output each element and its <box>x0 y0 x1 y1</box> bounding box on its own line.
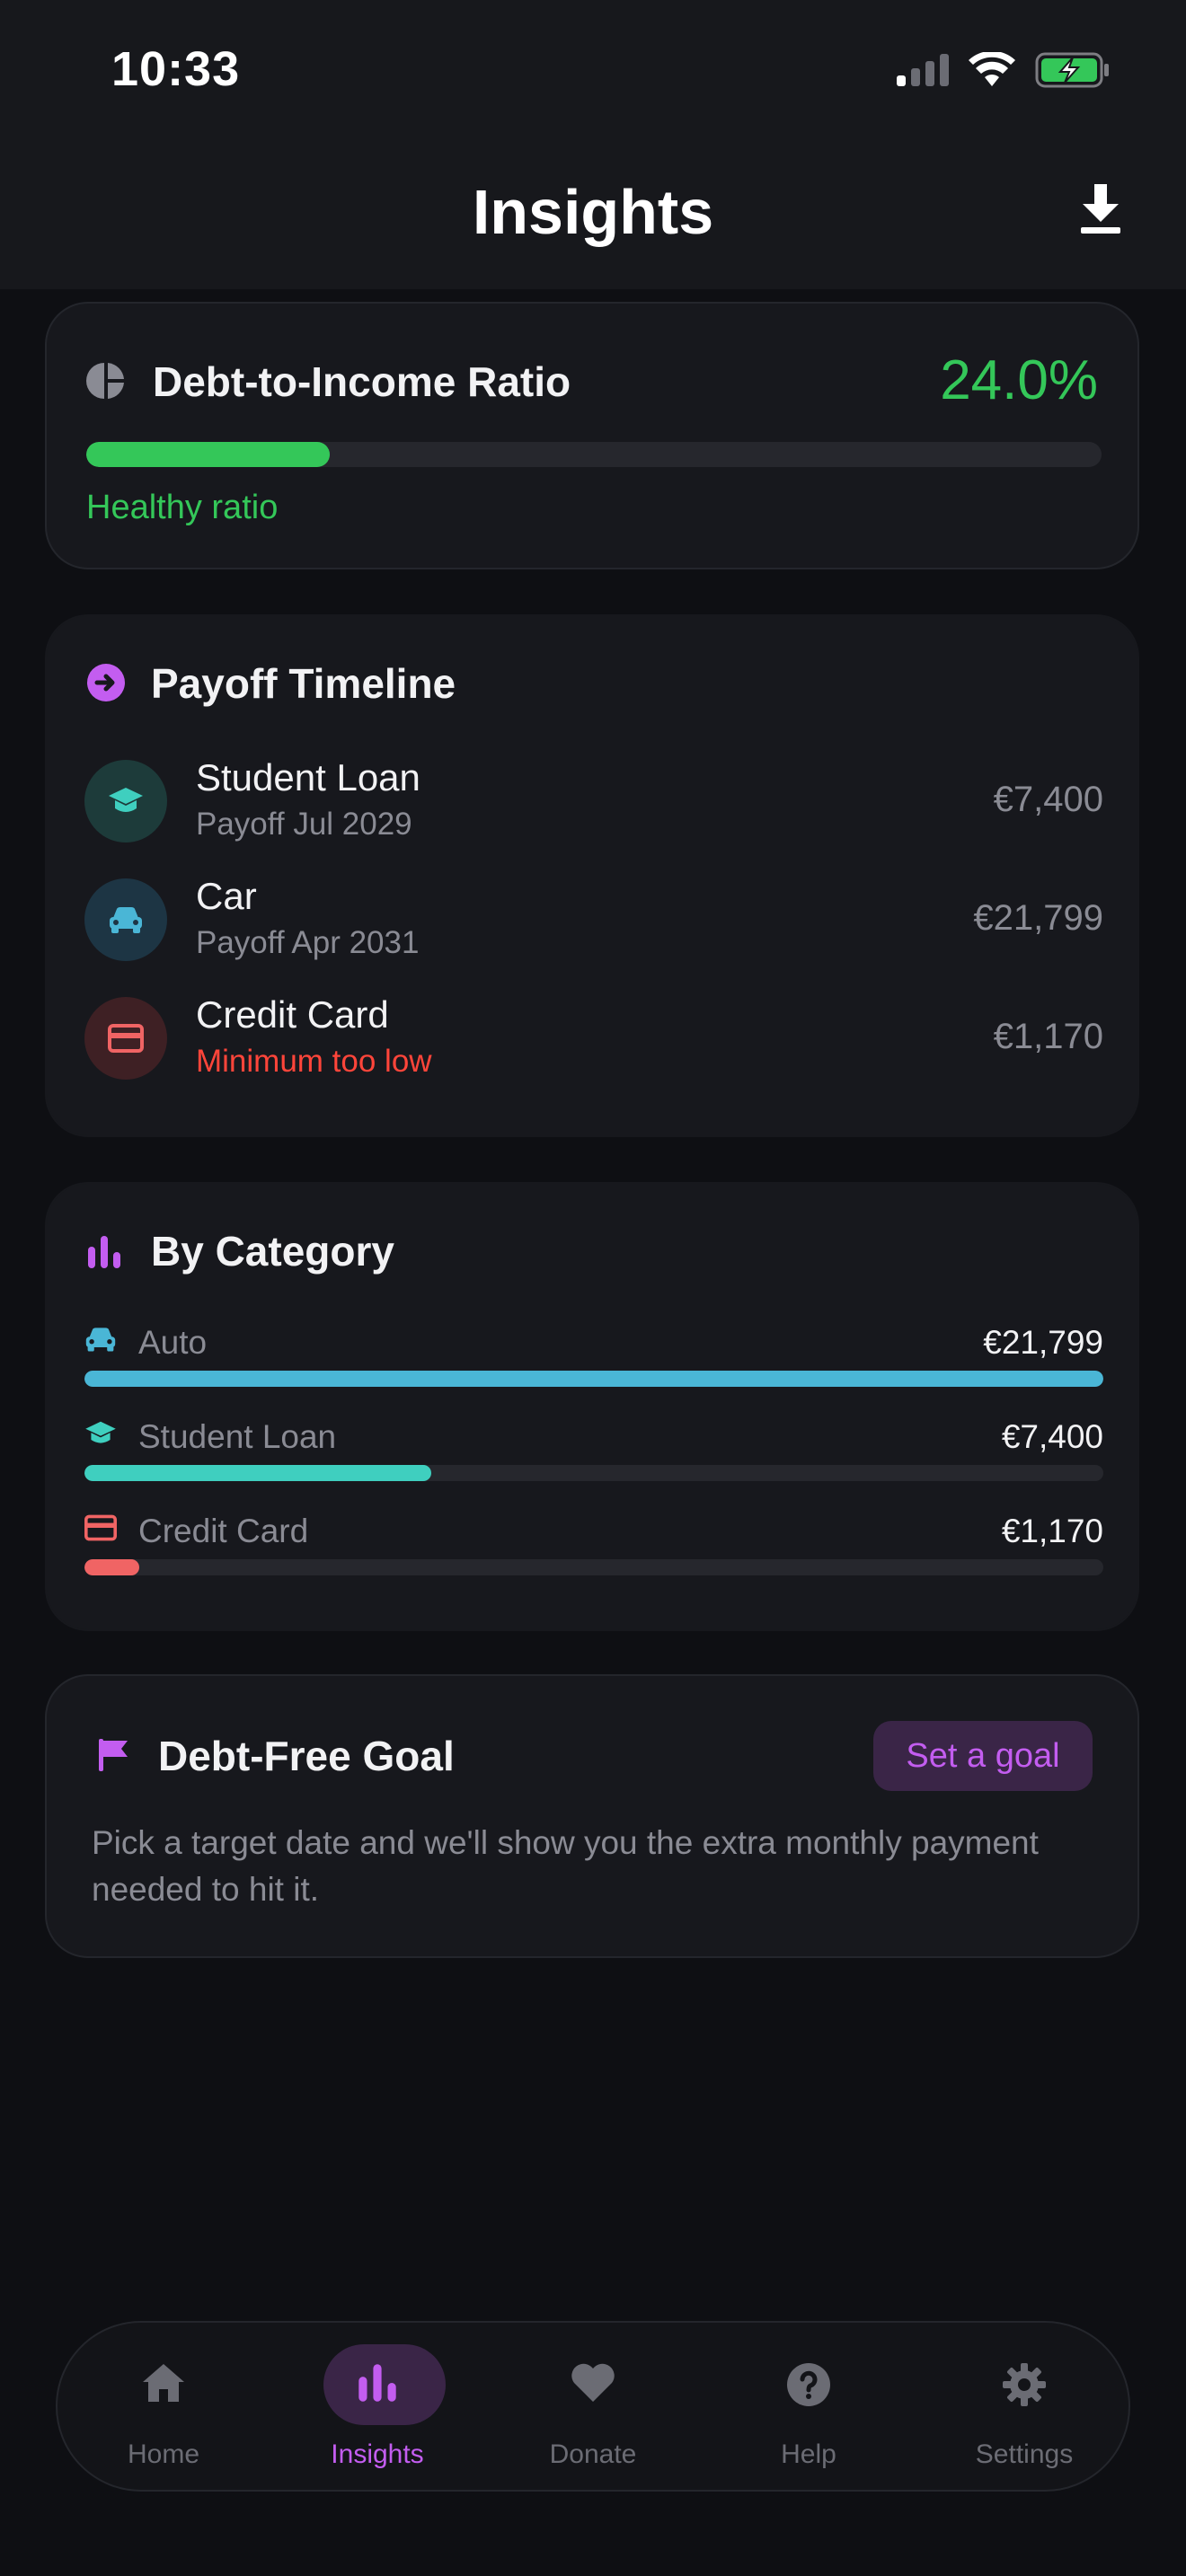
by-category-card: By Category Auto €21,799 Student Loan €7… <box>45 1182 1139 1631</box>
tab-label: Insights <box>331 2439 424 2469</box>
graduation-cap-icon <box>85 1421 116 1443</box>
heart-icon <box>571 2363 615 2402</box>
goal-title: Debt-Free Goal <box>158 1733 455 1779</box>
dti-progress-track <box>86 442 1102 467</box>
category-row-student-loan[interactable]: Student Loan €7,400 <box>84 1418 1103 1517</box>
tab-help[interactable]: Help <box>719 2323 898 2493</box>
top-bar: 10:33 Insights <box>0 0 1186 289</box>
timeline-row-car[interactable]: Car Payoff Apr 2031 €21,799 <box>84 875 1103 965</box>
dti-progress-fill <box>86 442 331 467</box>
student-loan-avatar <box>84 760 167 842</box>
download-button[interactable] <box>1069 178 1132 241</box>
status-time: 10:33 <box>111 42 241 96</box>
category-amount: €21,799 <box>983 1324 1103 1361</box>
page-title: Insights <box>472 177 714 247</box>
flag-icon <box>99 1739 128 1771</box>
debt-to-income-card: Debt-to-Income Ratio 24.0% Healthy ratio <box>45 302 1139 569</box>
tab-settings[interactable]: Settings <box>934 2323 1114 2493</box>
battery-charging-icon <box>1035 52 1109 88</box>
home-icon <box>143 2364 184 2402</box>
payoff-timeline-card: Payoff Timeline Student Loan Payoff Jul … <box>45 614 1139 1137</box>
credit-card-avatar <box>84 997 167 1080</box>
set-goal-button[interactable]: Set a goal <box>873 1721 1093 1791</box>
tab-home[interactable]: Home <box>74 2323 253 2493</box>
pie-chart-icon <box>86 363 124 399</box>
tab-insights[interactable]: Insights <box>288 2323 467 2493</box>
car-icon <box>110 907 142 933</box>
tab-label: Donate <box>549 2439 637 2469</box>
category-title: By Category <box>151 1228 394 1275</box>
timeline-item-amount: €7,400 <box>993 780 1103 819</box>
help-icon <box>787 2363 830 2406</box>
timeline-item-amount: €1,170 <box>993 1017 1103 1056</box>
dti-value: 24.0% <box>940 349 1098 411</box>
tab-label: Home <box>127 2439 200 2469</box>
timeline-item-name: Credit Card <box>196 993 389 1036</box>
insights-screen: 10:33 Insights Debt-to-Income Ratio 24.0… <box>0 0 1186 2576</box>
credit-card-icon <box>108 1024 144 1053</box>
graduation-cap-icon <box>109 788 143 812</box>
goal-description: Pick a target date and we'll show you th… <box>92 1824 1039 1908</box>
category-bar-fill <box>84 1465 431 1481</box>
tab-label: Settings <box>975 2439 1074 2469</box>
cellular-signal-icon <box>897 54 949 86</box>
timeline-title: Payoff Timeline <box>151 660 456 707</box>
bar-chart-icon <box>88 1236 120 1268</box>
category-row-auto[interactable]: Auto €21,799 <box>84 1324 1103 1423</box>
download-icon <box>1081 184 1120 234</box>
category-name: Credit Card <box>138 1513 309 1549</box>
category-bar-fill <box>84 1559 140 1575</box>
category-bar-fill <box>84 1371 1103 1387</box>
timeline-item-warning: Minimum too low <box>196 1044 432 1079</box>
car-avatar <box>84 878 167 961</box>
timeline-item-name: Car <box>196 875 257 917</box>
bar-chart-icon <box>358 2364 396 2402</box>
arrow-circle-icon <box>87 664 125 701</box>
status-icons <box>897 52 1111 88</box>
timeline-item-sub: Payoff Jul 2029 <box>196 807 412 842</box>
gear-icon <box>1003 2363 1046 2406</box>
tab-bar: Home Insights Donate Help Settings <box>56 2321 1130 2492</box>
timeline-row-student-loan[interactable]: Student Loan Payoff Jul 2029 €7,400 <box>84 756 1103 846</box>
category-row-credit-card[interactable]: Credit Card €1,170 <box>84 1513 1103 1611</box>
debt-free-goal-card: Debt-Free Goal Set a goal Pick a target … <box>45 1674 1139 1958</box>
category-bar-track <box>84 1371 1103 1387</box>
timeline-row-credit-card[interactable]: Credit Card Minimum too low €1,170 <box>84 993 1103 1083</box>
tab-label: Help <box>781 2439 836 2469</box>
car-icon <box>85 1328 116 1352</box>
category-amount: €1,170 <box>1001 1513 1103 1549</box>
category-bar-track <box>84 1559 1103 1575</box>
credit-card-icon <box>84 1514 117 1541</box>
timeline-item-name: Student Loan <box>196 756 420 798</box>
dti-title: Debt-to-Income Ratio <box>153 358 571 405</box>
category-name: Auto <box>138 1324 208 1361</box>
category-bar-track <box>84 1465 1103 1481</box>
timeline-item-sub: Payoff Apr 2031 <box>196 925 420 960</box>
category-name: Student Loan <box>138 1418 337 1455</box>
category-amount: €7,400 <box>1001 1418 1103 1455</box>
tab-donate[interactable]: Donate <box>503 2323 683 2493</box>
wifi-icon <box>969 52 1015 86</box>
dti-status-note: Healthy ratio <box>86 489 279 526</box>
timeline-item-amount: €21,799 <box>973 898 1103 938</box>
